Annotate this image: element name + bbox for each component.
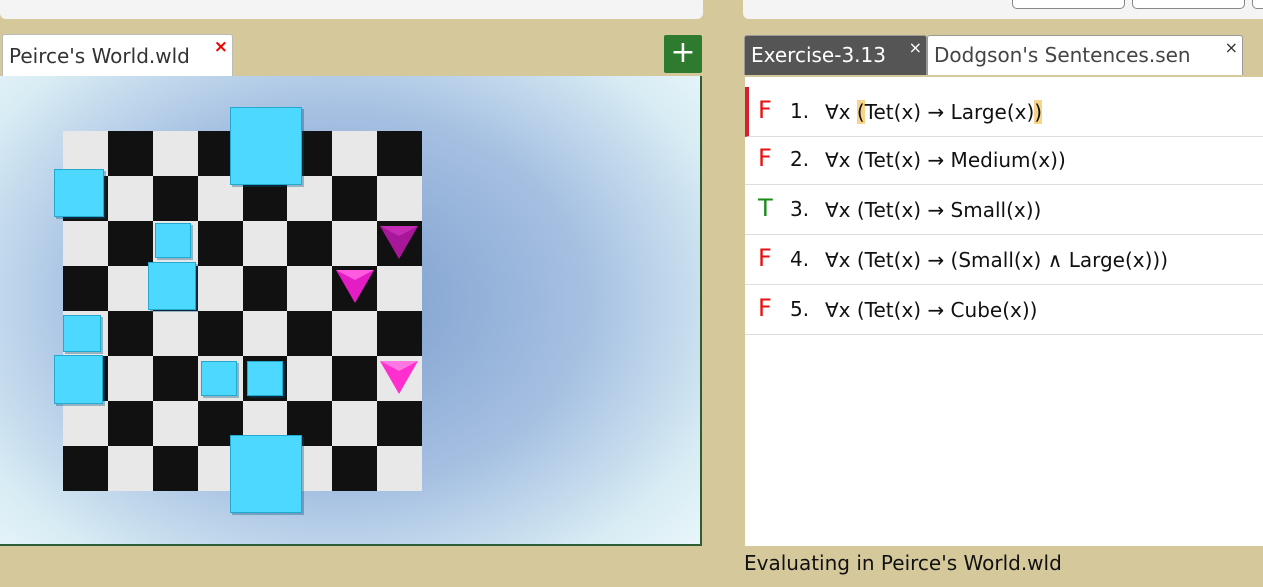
board-square[interactable]: [377, 131, 422, 176]
board-square[interactable]: [287, 356, 333, 401]
sentence-formula[interactable]: ∀x (Tet(x) → Large(x)): [825, 100, 1043, 124]
board-square[interactable]: [152, 446, 198, 491]
sentence-row[interactable]: F 2. ∀x (Tet(x) → Medium(x)): [745, 135, 1263, 185]
tab-dodgson-sentences[interactable]: Dodgson's Sentences.sen ×: [927, 35, 1243, 75]
sentence-number: 3.: [790, 197, 810, 221]
close-icon[interactable]: ×: [1225, 39, 1238, 56]
board-square[interactable]: [107, 446, 153, 491]
sentence-panel[interactable]: F 1. ∀x (Tet(x) → Large(x)) F 2. ∀x (Tet…: [745, 77, 1263, 546]
formula-text: Tet(x) → Large(x): [864, 100, 1035, 124]
board-square[interactable]: [332, 221, 378, 266]
toolbar-button[interactable]: [1012, 0, 1125, 9]
top-toolbar-left: [0, 0, 703, 19]
board-square[interactable]: [377, 176, 422, 221]
tab-exercise-label: Exercise-3.13: [751, 43, 886, 67]
board-square[interactable]: [242, 266, 288, 311]
board-square[interactable]: [377, 266, 422, 311]
board-square[interactable]: [107, 221, 153, 266]
tab-exercise[interactable]: Exercise-3.13 ×: [744, 35, 927, 75]
sentence-formula[interactable]: ∀x (Tet(x) → Small(x)): [825, 198, 1041, 222]
board-square[interactable]: [107, 131, 153, 176]
board-square[interactable]: [63, 446, 108, 491]
medium-cube[interactable]: [54, 169, 104, 217]
board-square[interactable]: [197, 266, 243, 311]
medium-cube[interactable]: [54, 355, 103, 404]
board-square[interactable]: [152, 356, 198, 401]
board-square[interactable]: [107, 401, 153, 446]
board-square[interactable]: [287, 266, 333, 311]
sentence-number: 2.: [790, 147, 810, 171]
status-text: Evaluating in Peirce's World.wld: [744, 551, 1062, 575]
medium-cube[interactable]: [148, 262, 196, 310]
board-square[interactable]: [63, 221, 108, 266]
board-square[interactable]: [377, 401, 422, 446]
board-square[interactable]: [242, 221, 288, 266]
small-cube[interactable]: [155, 223, 191, 258]
board-square[interactable]: [332, 311, 378, 356]
board-square[interactable]: [332, 131, 378, 176]
truth-value: F: [758, 96, 772, 124]
large-cube[interactable]: [230, 107, 302, 185]
board-square[interactable]: [63, 401, 108, 446]
add-world-button[interactable]: +: [664, 35, 702, 73]
board-square[interactable]: [107, 356, 153, 401]
board-square[interactable]: [377, 446, 422, 491]
board-square[interactable]: [152, 131, 198, 176]
board-square[interactable]: [152, 401, 198, 446]
sentence-number: 1.: [790, 99, 810, 123]
board-square[interactable]: [332, 401, 378, 446]
sentence-formula[interactable]: ∀x (Tet(x) → Medium(x)): [825, 148, 1066, 172]
truth-value: F: [758, 294, 772, 322]
large-cube[interactable]: [230, 435, 302, 513]
board-square[interactable]: [152, 176, 198, 221]
board-square[interactable]: [63, 266, 108, 311]
sentence-row[interactable]: F 4. ∀x (Tet(x) → (Small(x) ∧ Large(x))): [745, 235, 1263, 285]
board-square[interactable]: [242, 311, 288, 356]
close-icon[interactable]: ×: [214, 39, 228, 56]
world-tab[interactable]: Peirce's World.wld ×: [2, 34, 233, 76]
board-square[interactable]: [197, 221, 243, 266]
truth-value: T: [758, 194, 773, 222]
board-square[interactable]: [332, 176, 378, 221]
tetrahedron-small[interactable]: [380, 226, 418, 260]
close-icon[interactable]: ×: [909, 39, 922, 56]
board-square[interactable]: [197, 311, 243, 356]
small-cube[interactable]: [63, 315, 101, 352]
board-square[interactable]: [287, 221, 333, 266]
board-square[interactable]: [332, 356, 378, 401]
board-square[interactable]: [152, 311, 198, 356]
sentence-number: 5.: [790, 297, 810, 321]
board-square[interactable]: [377, 311, 422, 356]
toolbar-button[interactable]: [1252, 0, 1263, 9]
sentence-row[interactable]: T 3. ∀x (Tet(x) → Small(x)): [745, 185, 1263, 235]
paren-highlight: (: [856, 100, 865, 124]
small-cube[interactable]: [247, 361, 283, 396]
truth-value: F: [758, 144, 772, 172]
sentence-row[interactable]: F 5. ∀x (Tet(x) → Cube(x)): [745, 285, 1263, 335]
tab-dodgson-label: Dodgson's Sentences.sen: [934, 43, 1191, 67]
board-square[interactable]: [287, 311, 333, 356]
toolbar-button[interactable]: [1132, 0, 1245, 9]
sentence-row[interactable]: F 1. ∀x (Tet(x) → Large(x)): [745, 87, 1263, 137]
paren-highlight: ): [1034, 100, 1043, 124]
sentence-formula[interactable]: ∀x (Tet(x) → Cube(x)): [825, 298, 1037, 322]
board-square[interactable]: [332, 446, 378, 491]
board-square[interactable]: [107, 311, 153, 356]
top-toolbar-right: [743, 0, 1263, 19]
truth-value: F: [758, 244, 772, 272]
formula-text: ∀x: [825, 100, 857, 124]
tetrahedron-small[interactable]: [336, 270, 374, 304]
world-canvas[interactable]: [0, 76, 702, 546]
tetrahedron-small[interactable]: [380, 361, 418, 395]
board-square[interactable]: [107, 176, 153, 221]
sentence-number: 4.: [790, 247, 810, 271]
sentence-formula[interactable]: ∀x (Tet(x) → (Small(x) ∧ Large(x))): [825, 248, 1168, 272]
board-square[interactable]: [107, 266, 153, 311]
world-tab-label: Peirce's World.wld: [9, 44, 190, 68]
small-cube[interactable]: [201, 361, 237, 396]
